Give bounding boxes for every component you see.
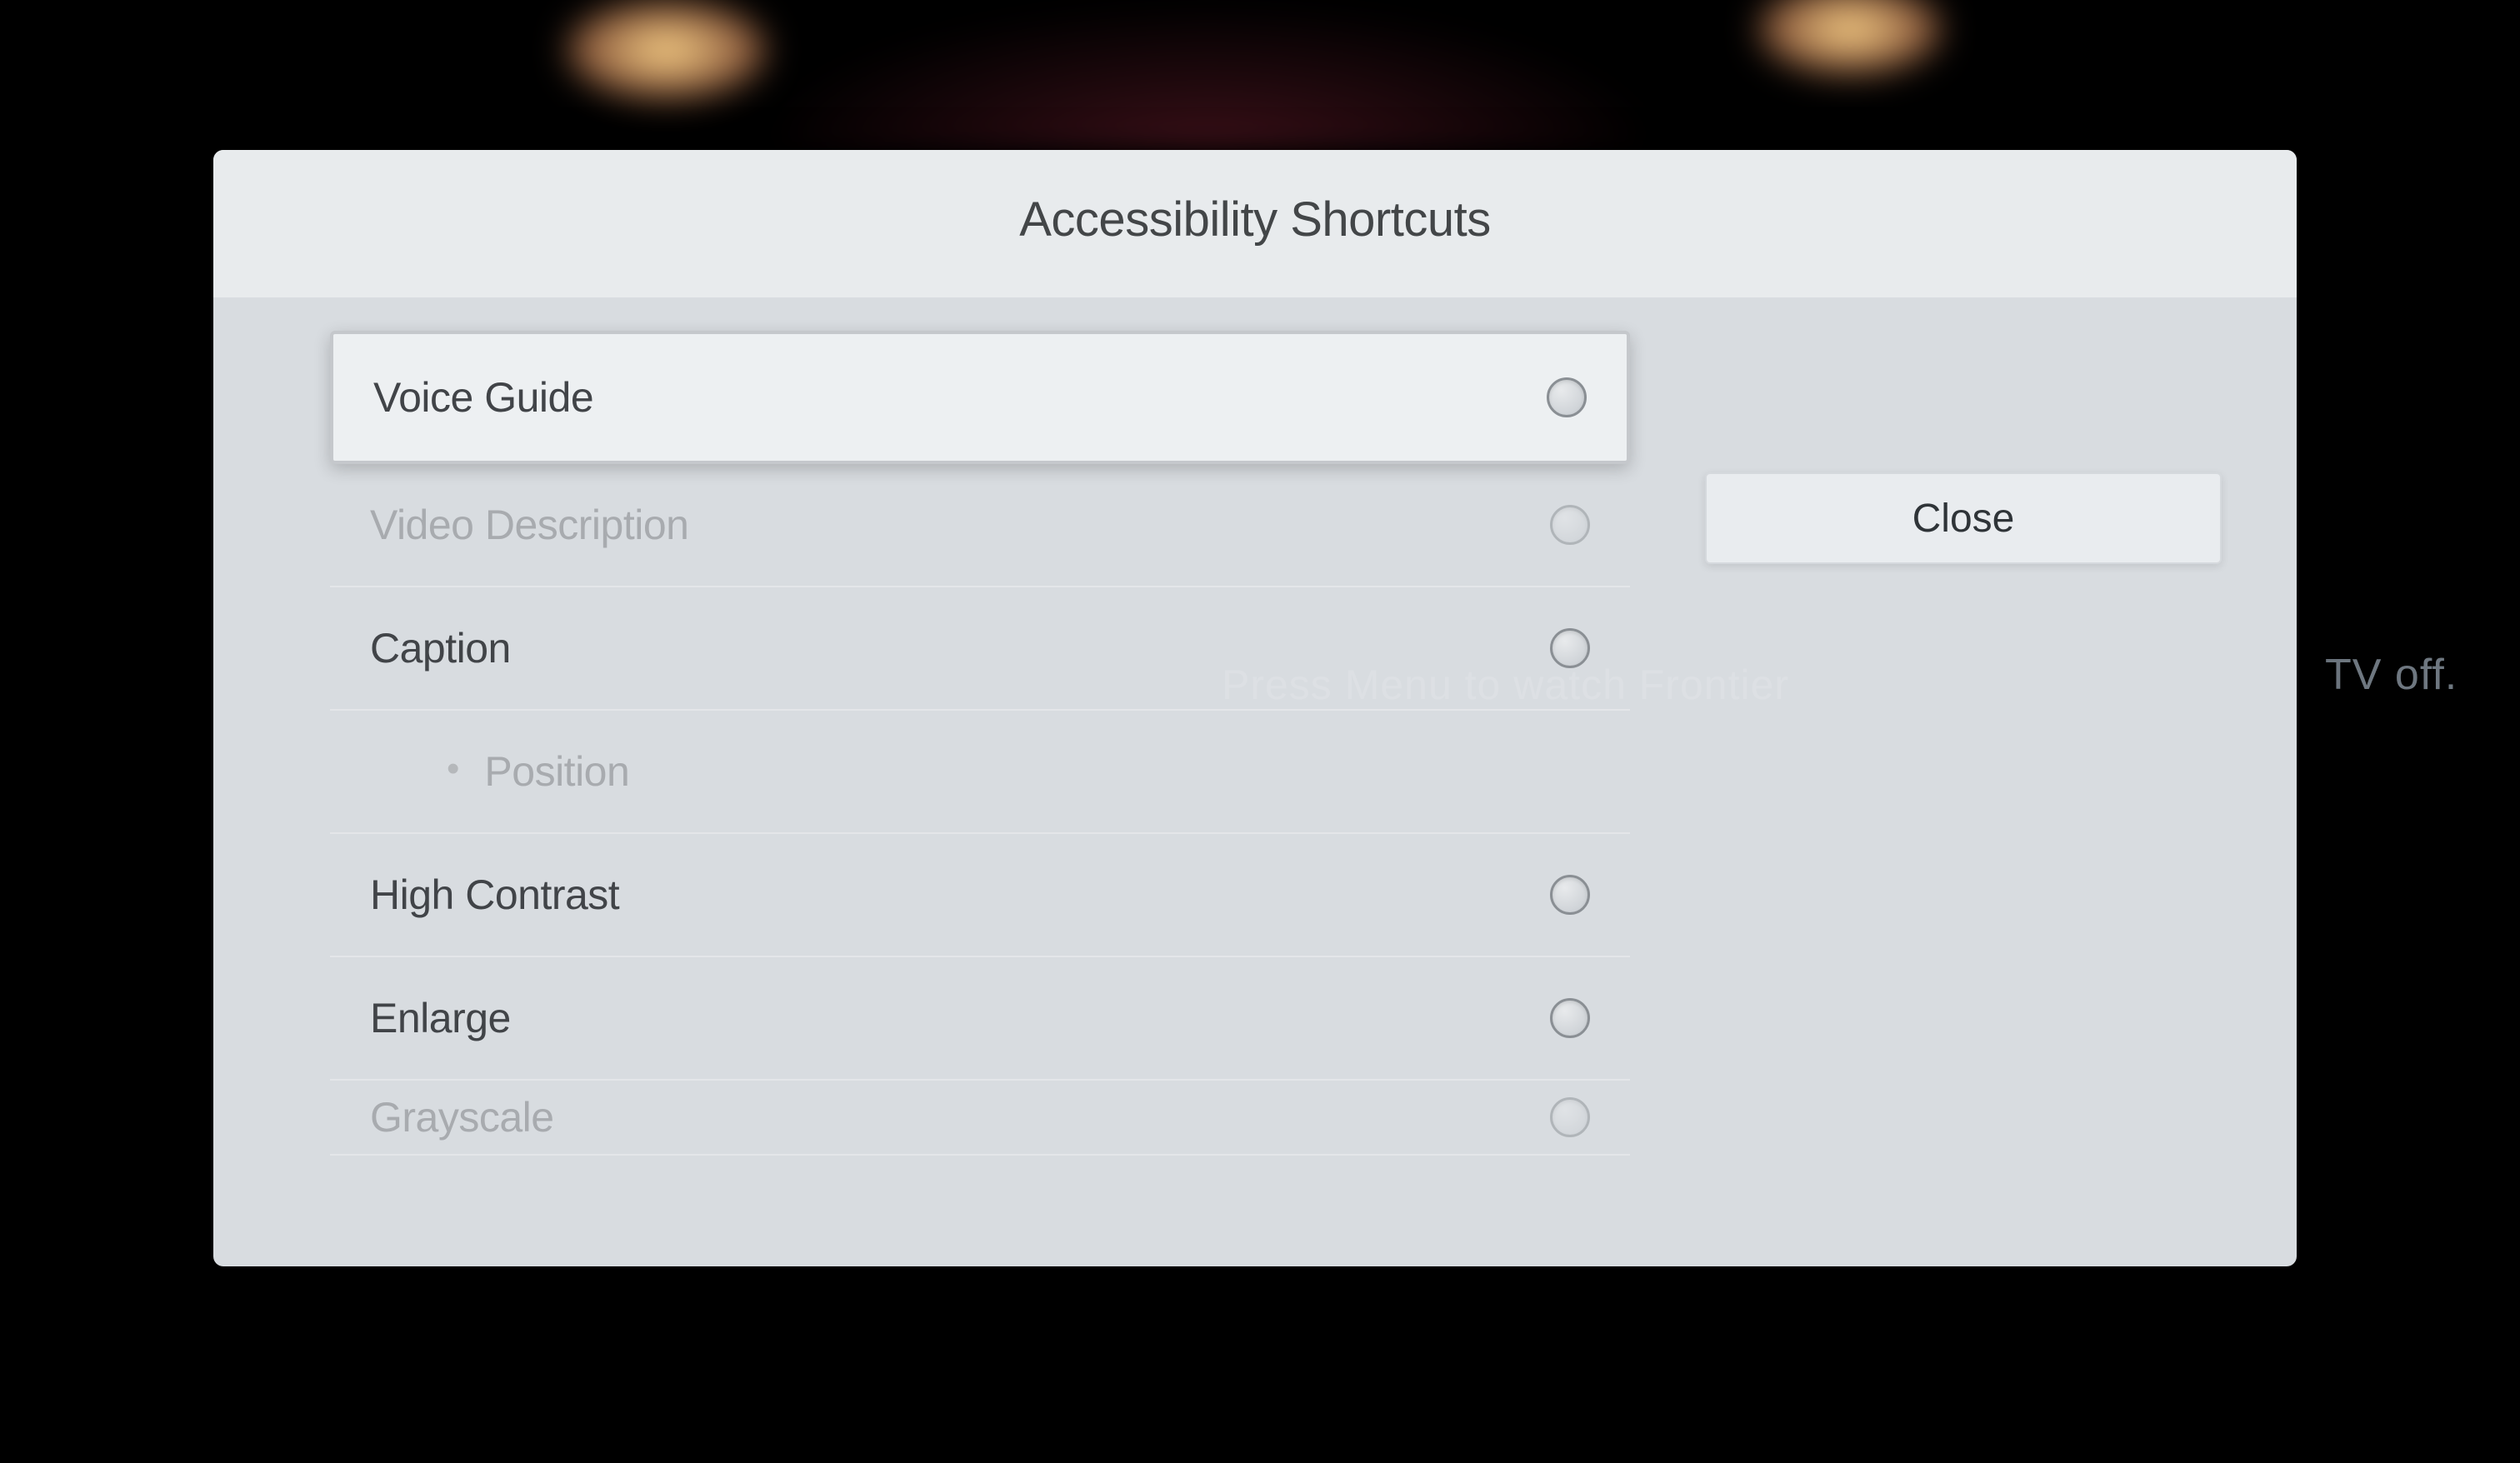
option-label: Enlarge	[370, 994, 511, 1042]
radio-indicator-icon	[1547, 377, 1587, 417]
background-lights	[0, 0, 2520, 167]
option-label: Caption	[370, 624, 511, 672]
bullet-icon: •	[447, 748, 459, 790]
close-button-label: Close	[1912, 496, 2015, 542]
radio-indicator-icon	[1550, 998, 1590, 1038]
option-label: Grayscale	[370, 1093, 554, 1141]
radio-indicator-icon	[1550, 1097, 1590, 1137]
radio-indicator-icon	[1550, 875, 1590, 915]
dialog-title: Accessibility Shortcuts	[213, 192, 2297, 247]
ceiling-light-right	[1758, 0, 1942, 75]
close-button[interactable]: Close	[1705, 472, 2222, 564]
option-caption-position[interactable]: • Position	[330, 711, 1630, 834]
dialog-body: Voice Guide Video Description Caption • …	[213, 297, 2297, 1264]
background-tv-off-text: TV off.	[2325, 650, 2458, 700]
ceiling-light-left	[567, 0, 767, 100]
option-label: High Contrast	[370, 871, 619, 919]
close-panel: Close	[1630, 331, 2297, 1264]
option-high-contrast[interactable]: High Contrast	[330, 834, 1630, 957]
decorative-arc	[750, 0, 1667, 150]
dialog-header: Accessibility Shortcuts	[213, 150, 2297, 297]
option-label: Position	[484, 747, 1590, 796]
option-voice-guide[interactable]: Voice Guide	[330, 331, 1630, 464]
option-enlarge[interactable]: Enlarge	[330, 957, 1630, 1081]
option-grayscale[interactable]: Grayscale	[330, 1081, 1630, 1156]
radio-indicator-icon	[1550, 505, 1590, 545]
option-caption[interactable]: Caption	[330, 587, 1630, 711]
radio-indicator-icon	[1550, 628, 1590, 668]
options-list: Voice Guide Video Description Caption • …	[330, 331, 1630, 1264]
option-label: Video Description	[370, 501, 688, 549]
option-label: Voice Guide	[373, 373, 593, 422]
option-video-description[interactable]: Video Description	[330, 464, 1630, 587]
accessibility-shortcuts-dialog: Accessibility Shortcuts Press Menu to wa…	[213, 150, 2297, 1266]
